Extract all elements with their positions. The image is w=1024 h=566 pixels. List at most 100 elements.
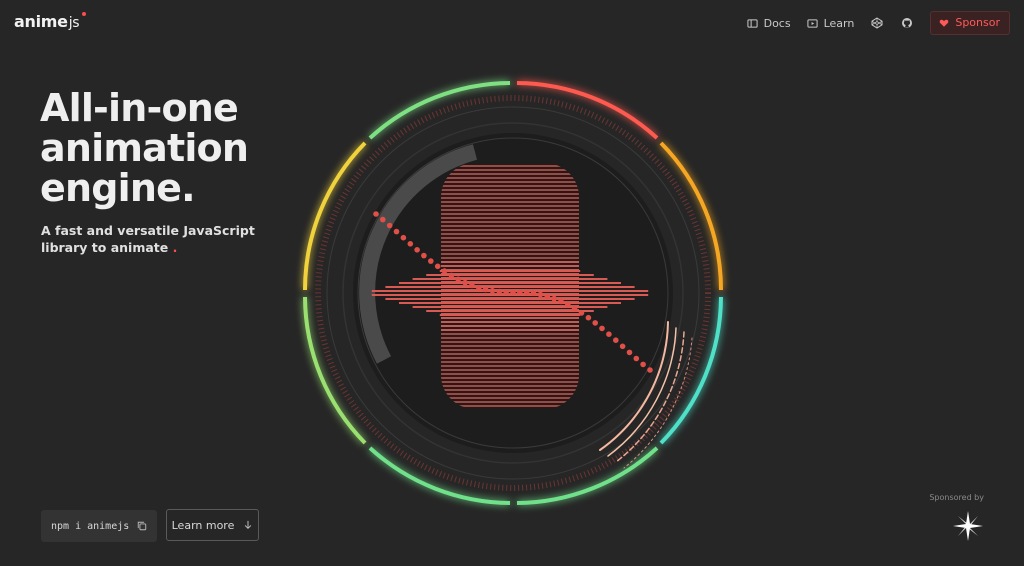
core-bar [441, 333, 579, 335]
curve-dot [585, 314, 592, 321]
core-bar [441, 173, 579, 175]
sponsored-by-label: Sponsored by [929, 493, 984, 502]
hero-subtitle: A fast and versatile JavaScript library … [41, 222, 261, 256]
core-bar [441, 205, 579, 207]
core-bar [441, 169, 579, 171]
npm-install-command: npm i animejs [51, 520, 130, 532]
curve-dot [544, 293, 551, 300]
core-bar [441, 321, 579, 323]
core-bar [441, 341, 579, 343]
sponsor-button-label: Sponsor [955, 16, 1000, 29]
sponsor-button[interactable]: Sponsor [930, 11, 1010, 35]
core-bar [441, 369, 579, 371]
hero-title-line-1: All-in-one [40, 86, 239, 130]
top-nav: Docs Learn Sponsor [747, 11, 1010, 35]
curve-dot [496, 288, 503, 295]
curve-dot [428, 258, 434, 264]
wave-bar [412, 306, 608, 308]
curve-dot [537, 291, 544, 298]
animejs-logo[interactable]: anime js [14, 12, 87, 31]
logo-wordmark: anime [14, 12, 68, 31]
curve-dot [558, 298, 564, 305]
wave-bar [371, 294, 649, 296]
core-bar [441, 365, 579, 367]
curve-dot [434, 263, 441, 270]
core-bar [441, 373, 579, 375]
curve-dot [523, 289, 530, 296]
core-bar [441, 229, 579, 231]
curve-dot [599, 325, 605, 332]
core-bar [441, 225, 579, 227]
curve-dot [407, 241, 414, 247]
core-bar [441, 197, 579, 199]
core-bar [441, 385, 579, 387]
core-bar [441, 329, 579, 331]
core-bar [441, 317, 579, 319]
hero-subtitle-dot: . [172, 240, 178, 255]
play-icon [807, 18, 818, 28]
curve-dot [482, 286, 489, 293]
hero-title-line-3: engine. [40, 166, 196, 210]
core-bar [441, 253, 579, 255]
curve-dot [619, 343, 626, 350]
core-bar [441, 265, 579, 267]
hero-subtitle-text: A fast and versatile JavaScript library … [41, 223, 255, 255]
core-bar [441, 185, 579, 187]
ring-segment-green-lower [516, 446, 659, 505]
wave-bar [439, 314, 581, 316]
curve-dot [565, 301, 571, 308]
core-bar [441, 257, 579, 259]
curve-dot [380, 216, 386, 223]
codepen-icon[interactable] [870, 16, 884, 30]
curve-dot [633, 355, 640, 362]
curve-dot [462, 279, 468, 286]
core-bar [441, 261, 579, 263]
core-bar [441, 393, 579, 395]
hero-title-line-2: animation [40, 126, 249, 170]
curve-dot [421, 252, 427, 259]
core-bar [441, 241, 579, 243]
core-bar [441, 237, 579, 239]
curve-dot [571, 305, 578, 312]
core-bar [441, 377, 579, 379]
core-bar [441, 221, 579, 223]
book-icon [747, 18, 758, 28]
curve-dot [441, 268, 448, 274]
core-bar [441, 189, 579, 191]
learn-more-button[interactable]: Learn more [166, 509, 259, 541]
nav-learn-label: Learn [823, 16, 855, 30]
core-bar [441, 345, 579, 347]
star-logo-icon[interactable] [952, 510, 984, 542]
core-bar [441, 193, 579, 195]
wave-bar [412, 278, 608, 280]
curve-dot [414, 247, 420, 253]
curve-dot [578, 310, 585, 316]
npm-install-box[interactable]: npm i animejs [41, 510, 158, 542]
curve-dot [386, 222, 393, 229]
core-bar [441, 325, 579, 327]
curve-dot [606, 331, 612, 338]
core-bar [441, 249, 579, 251]
wave-bar [426, 310, 594, 312]
wave-bar [385, 298, 635, 300]
hero-animation-visual [303, 81, 723, 505]
curve-dot [647, 367, 653, 373]
core-bar [441, 177, 579, 179]
curve-dot [400, 234, 407, 241]
logo-suffix: js [69, 12, 87, 31]
core-bar [441, 357, 579, 359]
wave-bar [439, 270, 581, 272]
copy-icon[interactable] [137, 521, 147, 531]
core-bar [441, 245, 579, 247]
core-bar [441, 349, 579, 351]
curve-dot [517, 289, 523, 295]
wave-bar [385, 286, 635, 288]
curve-dot [489, 287, 496, 294]
nav-learn-link[interactable]: Learn [807, 16, 855, 30]
curve-dot [393, 228, 400, 235]
core-bar [441, 397, 579, 399]
nav-docs-link[interactable]: Docs [747, 17, 791, 30]
github-icon[interactable] [900, 16, 914, 30]
core-bar [441, 361, 579, 363]
curve-dot [640, 361, 646, 368]
